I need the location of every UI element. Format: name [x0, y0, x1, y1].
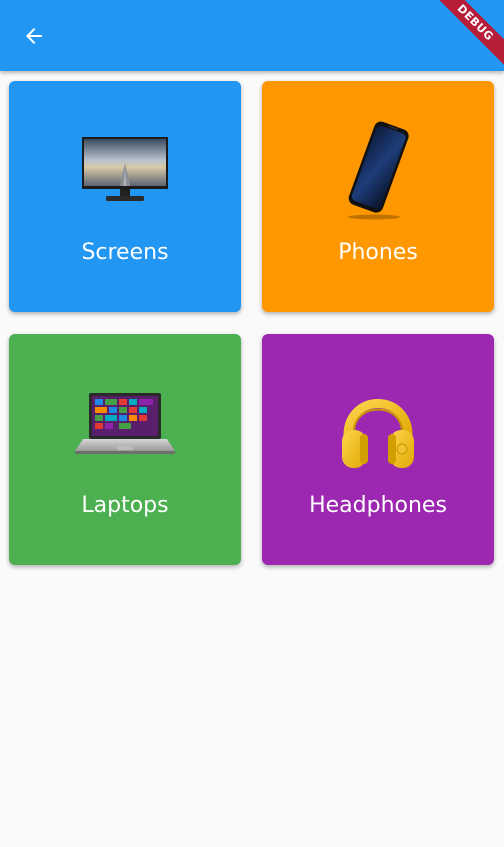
category-tile-headphones[interactable]: Headphones: [262, 334, 494, 565]
smartphone-image: [262, 111, 494, 231]
back-button[interactable]: [14, 16, 54, 56]
monitor-image: [9, 111, 241, 231]
arrow-back-icon: [26, 28, 42, 44]
category-tile-phones[interactable]: Phones: [262, 81, 494, 312]
debug-label: DEBUG: [432, 0, 504, 69]
category-label: Laptops: [81, 493, 169, 518]
headphones-image: [262, 364, 494, 484]
laptop-image: [9, 364, 241, 484]
debug-banner: DEBUG: [432, 0, 504, 72]
app-bar: [0, 0, 504, 71]
category-label: Headphones: [309, 493, 447, 518]
category-tile-laptops[interactable]: Laptops: [9, 334, 241, 565]
category-tile-screens[interactable]: Screens: [9, 81, 241, 312]
category-label: Screens: [81, 240, 169, 265]
category-label: Phones: [338, 240, 418, 265]
